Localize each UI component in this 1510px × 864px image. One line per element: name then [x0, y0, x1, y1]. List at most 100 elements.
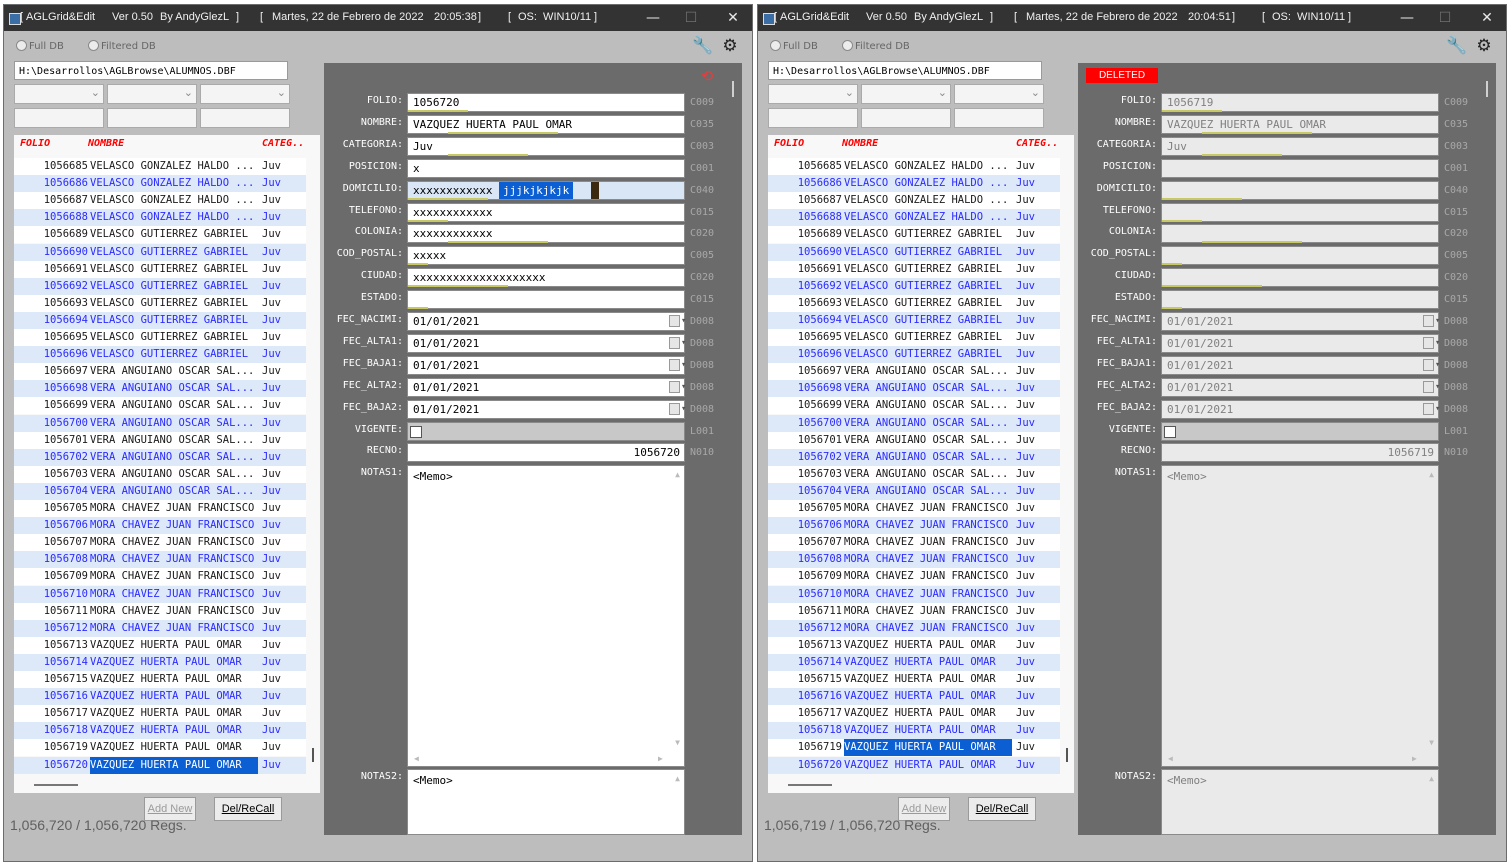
table-row[interactable]: 1056716 VAZQUEZ HUERTA PAUL OMAR Juv	[14, 688, 306, 706]
wrench-icon[interactable]: 🔧	[692, 36, 713, 56]
minimize-button[interactable]: —	[1396, 9, 1418, 27]
table-row[interactable]: 1056685 VELASCO GONZALEZ HALDO ... Juv	[14, 158, 306, 175]
table-row[interactable]: 1056701 VERA ANGUIANO OSCAR SAL... Juv	[14, 431, 306, 449]
table-row[interactable]: 1056690 VELASCO GUTIERREZ GABRIEL Juv	[14, 243, 306, 261]
cod-postal-field[interactable]: xxxxx	[407, 246, 685, 266]
table-row[interactable]: 1056698 VERA ANGUIANO OSCAR SAL... Juv	[768, 380, 1060, 398]
table-row[interactable]: 1056718 VAZQUEZ HUERTA PAUL OMAR Juv	[768, 722, 1060, 740]
scroll-up-icon[interactable]: ▲	[675, 774, 680, 783]
table-row[interactable]: 1056692 VELASCO GUTIERREZ GABRIEL Juv	[14, 277, 306, 295]
scroll-right-icon[interactable]: ▶	[658, 754, 663, 763]
file-path-field[interactable]: H:\Desarrollos\AGLBrowse\ALUMNOS.DBF	[768, 61, 1042, 80]
fec-alta1-field[interactable]: 01/01/2021	[1161, 333, 1440, 353]
table-row[interactable]: 1056695 VELASCO GUTIERREZ GABRIEL Juv	[768, 329, 1060, 346]
categoria-field[interactable]: Juv	[1161, 136, 1439, 156]
filter-text-3[interactable]	[200, 108, 290, 128]
table-row[interactable]: 1056706 MORA CHAVEZ JUAN FRANCISCO Juv	[768, 517, 1060, 535]
table-row[interactable]: 1056710 MORA CHAVEZ JUAN FRANCISCO Juv	[14, 585, 306, 603]
table-row[interactable]: 1056706 MORA CHAVEZ JUAN FRANCISCO Juv	[14, 517, 306, 535]
table-row[interactable]: 1056718 VAZQUEZ HUERTA PAUL OMAR Juv	[14, 722, 306, 740]
table-row[interactable]: 1056700 VERA ANGUIANO OSCAR SAL... Juv	[768, 414, 1060, 432]
filter-combo-3[interactable]: ⌄	[200, 84, 290, 104]
vigente-checkbox[interactable]	[1164, 425, 1176, 438]
estado-field[interactable]	[407, 290, 685, 310]
notas2-memo[interactable]: <Memo> ▲	[1161, 769, 1439, 835]
ciudad-field[interactable]	[1161, 268, 1439, 288]
grid-scrollbar[interactable]	[312, 748, 314, 762]
table-row[interactable]: 1056693 VELASCO GUTIERREZ GABRIEL Juv	[768, 294, 1060, 312]
undo-icon[interactable]: ⟲	[696, 66, 718, 86]
table-row[interactable]: 1056689 VELASCO GUTIERREZ GABRIEL Juv	[14, 226, 306, 244]
colonia-field[interactable]	[1161, 224, 1439, 244]
notas1-memo[interactable]: <Memo> ▲ ▼ ◀ ▶	[407, 465, 685, 768]
notas2-memo[interactable]: <Memo> ▲	[407, 769, 685, 835]
grid-header[interactable]: NOMBRE	[842, 135, 878, 152]
table-row[interactable]: 1056703 VERA ANGUIANO OSCAR SAL... Juv	[14, 465, 306, 483]
fec-nacimi-field[interactable]: 01/01/2021	[407, 312, 686, 331]
table-row[interactable]: 1056691 VELASCO GUTIERREZ GABRIEL Juv	[14, 260, 306, 278]
grid-header[interactable]: CATEG..	[262, 135, 304, 152]
table-row[interactable]: 1056719 VAZQUEZ HUERTA PAUL OMAR Juv	[768, 739, 1060, 757]
scroll-right-icon[interactable]: ▶	[1412, 754, 1417, 763]
wrench-icon[interactable]: 🔧	[1446, 36, 1467, 56]
calendar-icon[interactable]	[1423, 380, 1440, 393]
scroll-up-icon[interactable]: ▲	[1429, 470, 1434, 479]
filter-text-2[interactable]	[861, 108, 951, 128]
table-row[interactable]: 1056699 VERA ANGUIANO OSCAR SAL... Juv	[14, 397, 306, 415]
filtered-db-radio[interactable]: Filtered DB	[842, 40, 910, 52]
grid-header[interactable]: CATEG..	[1016, 135, 1058, 152]
categoria-field[interactable]: Juv	[407, 136, 685, 156]
calendar-icon[interactable]	[669, 315, 686, 327]
scroll-left-icon[interactable]: ◀	[414, 754, 419, 763]
filter-combo-1[interactable]: ⌄	[14, 84, 104, 104]
table-row[interactable]: 1056692 VELASCO GUTIERREZ GABRIEL Juv	[768, 277, 1060, 295]
filter-combo-2[interactable]: ⌄	[861, 84, 951, 104]
domicilio-field[interactable]	[1161, 180, 1439, 200]
table-row[interactable]: 1056712 MORA CHAVEZ JUAN FRANCISCO Juv	[14, 619, 306, 637]
table-row[interactable]: 1056697 VERA ANGUIANO OSCAR SAL... Juv	[768, 363, 1060, 381]
table-row[interactable]: 1056701 VERA ANGUIANO OSCAR SAL... Juv	[768, 431, 1060, 449]
scroll-up-icon[interactable]: ▲	[1429, 774, 1434, 783]
table-row[interactable]: 1056696 VELASCO GUTIERREZ GABRIEL Juv	[768, 346, 1060, 364]
scroll-down-icon[interactable]: ▼	[1429, 738, 1434, 747]
table-row[interactable]: 1056715 VAZQUEZ HUERTA PAUL OMAR Juv	[768, 671, 1060, 688]
telefono-field[interactable]	[1161, 202, 1439, 222]
minimize-button[interactable]: —	[642, 9, 664, 27]
full-db-radio[interactable]: Full DB	[16, 40, 64, 52]
filter-combo-3[interactable]: ⌄	[954, 84, 1044, 104]
calendar-icon[interactable]	[669, 402, 686, 415]
table-row[interactable]: 1056714 VAZQUEZ HUERTA PAUL OMAR Juv	[14, 653, 306, 671]
table-row[interactable]: 1056717 VAZQUEZ HUERTA PAUL OMAR Juv	[14, 705, 306, 723]
table-row[interactable]: 1056690 VELASCO GUTIERREZ GABRIEL Juv	[768, 243, 1060, 261]
table-row[interactable]: 1056699 VERA ANGUIANO OSCAR SAL... Juv	[768, 397, 1060, 415]
table-row[interactable]: 1056687 VELASCO GONZALEZ HALDO ... Juv	[768, 192, 1060, 210]
records-grid[interactable]: FOLIO NOMBRE CATEG.. 1056685 VELASCO GONZALE…	[768, 135, 1074, 793]
fec-nacimi-field[interactable]: 01/01/2021	[1161, 312, 1440, 331]
table-row[interactable]: 1056708 MORA CHAVEZ JUAN FRANCISCO Juv	[768, 551, 1060, 569]
table-row[interactable]: 1056694 VELASCO GUTIERREZ GABRIEL Juv	[14, 311, 306, 329]
filter-combo-1[interactable]: ⌄	[768, 84, 858, 104]
calendar-icon[interactable]	[1423, 336, 1440, 349]
table-row[interactable]: 1056709 MORA CHAVEZ JUAN FRANCISCO Juv	[14, 568, 306, 586]
filter-text-3[interactable]	[954, 108, 1044, 128]
grid-header[interactable]: NOMBRE	[88, 135, 124, 152]
del-recall-button[interactable]: Del/ReCall	[214, 797, 282, 821]
title-bar[interactable]: [AGLGrid&Edit Ver 0.50 By AndyGlezL Martes,…	[758, 5, 1506, 31]
table-row[interactable]: 1056702 VERA ANGUIANO OSCAR SAL... Juv	[14, 448, 306, 466]
nombre-field[interactable]: VAZQUEZ HUERTA PAUL OMAR	[407, 114, 685, 134]
colonia-field[interactable]: xxxxxxxxxxxx	[407, 224, 685, 244]
table-row[interactable]: 1056713 VAZQUEZ HUERTA PAUL OMAR Juv	[768, 636, 1060, 654]
folio-field[interactable]: 1056719	[1161, 93, 1439, 112]
domicilio-field[interactable]: xxxxxxxxxxxx jjjkjkjkjk	[407, 180, 685, 200]
calendar-icon[interactable]	[669, 380, 686, 393]
grid-header[interactable]: FOLIO	[20, 135, 50, 152]
fec-baja1-field[interactable]: 01/01/2021	[1161, 355, 1440, 375]
table-row[interactable]: 1056711 MORA CHAVEZ JUAN FRANCISCO Juv	[768, 602, 1060, 620]
table-row[interactable]: 1056695 VELASCO GUTIERREZ GABRIEL Juv	[14, 329, 306, 346]
table-row[interactable]: 1056700 VERA ANGUIANO OSCAR SAL... Juv	[14, 414, 306, 432]
notas1-memo[interactable]: <Memo> ▲ ▼ ◀ ▶	[1161, 465, 1439, 768]
fec-alta1-field[interactable]: 01/01/2021	[407, 333, 686, 353]
table-row[interactable]: 1056707 MORA CHAVEZ JUAN FRANCISCO Juv	[768, 534, 1060, 552]
fec-alta2-field[interactable]: 01/01/2021	[407, 377, 686, 397]
table-row[interactable]: 1056688 VELASCO GONZALEZ HALDO ... Juv	[14, 209, 306, 227]
